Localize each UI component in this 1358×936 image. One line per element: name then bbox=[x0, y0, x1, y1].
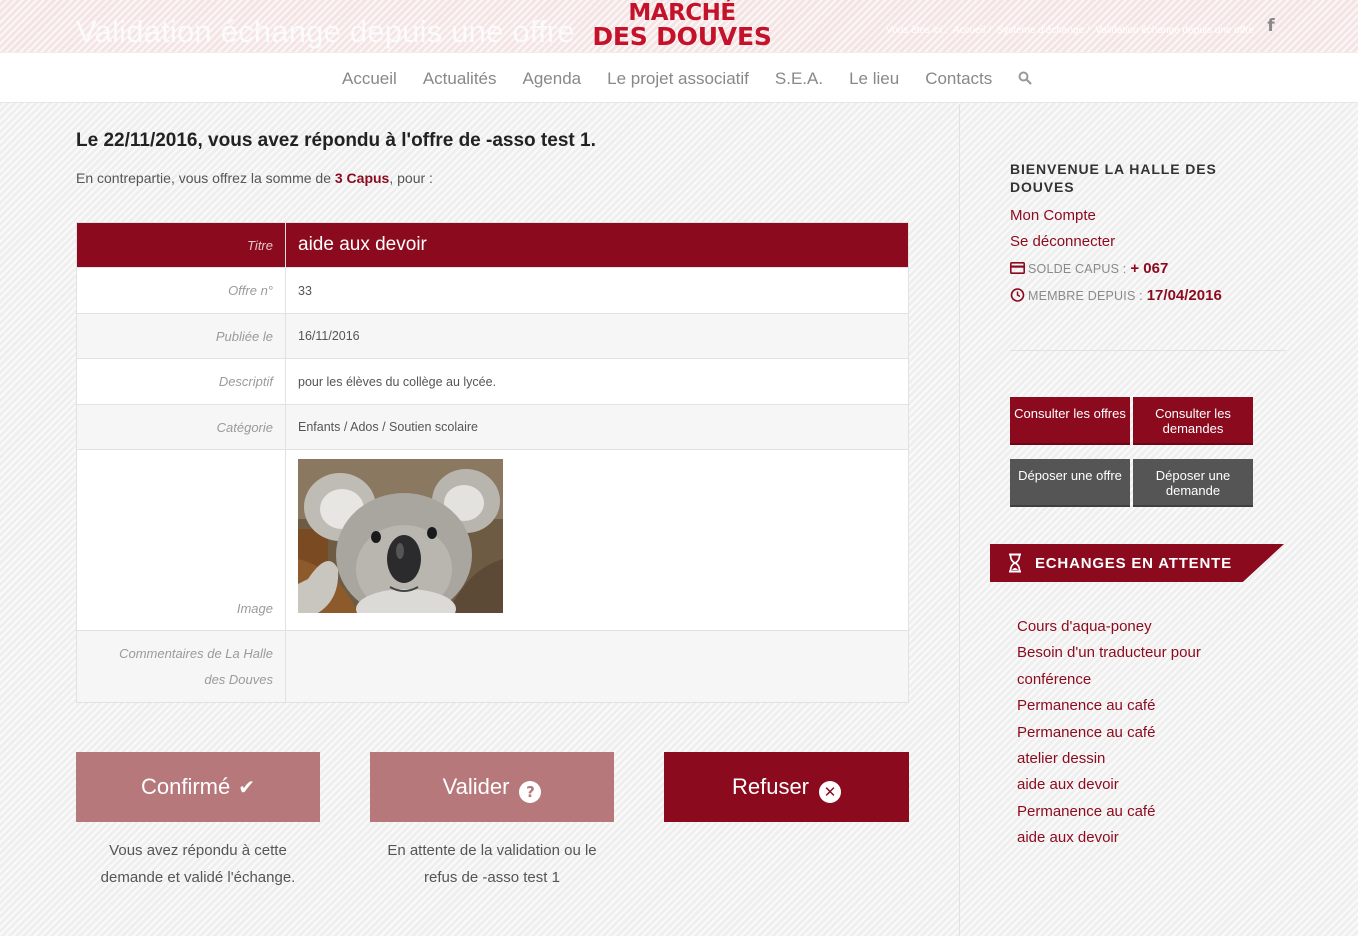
facebook-icon[interactable]: f bbox=[1262, 16, 1280, 36]
search-icon[interactable] bbox=[1018, 71, 1032, 85]
credit-card-icon bbox=[1010, 261, 1025, 274]
nav-item-projet-associatif[interactable]: Le projet associatif bbox=[607, 69, 749, 89]
description-label: Descriptif bbox=[76, 358, 286, 405]
breadcrumb-home[interactable]: Accueil bbox=[953, 25, 985, 36]
clock-icon bbox=[1010, 288, 1025, 302]
page-title: Validation échange depuis une offre bbox=[76, 14, 575, 49]
category-label: Catégorie bbox=[76, 404, 286, 450]
counterpart-suffix: , pour : bbox=[389, 170, 433, 186]
offer-counterpart-text: En contrepartie, vous offrez la somme de… bbox=[76, 170, 433, 186]
image-label: Image bbox=[76, 449, 286, 631]
breadcrumb: Vous êtes ici : Accueil / Système d'écha… bbox=[886, 25, 1257, 36]
main-navigation: Accueil Actualités Agenda Le projet asso… bbox=[0, 52, 1358, 103]
table-row-title: Titre aide aux devoir bbox=[76, 222, 909, 268]
member-label: MEMBRE DEPUIS : bbox=[1028, 289, 1143, 303]
balance-line: SOLDE CAPUS : + 067 bbox=[1010, 260, 1168, 277]
validate-button[interactable]: Valider? bbox=[370, 752, 614, 822]
list-item[interactable]: atelier dessin bbox=[1017, 746, 1247, 772]
comments-value bbox=[285, 630, 909, 703]
comments-label: Commentaires de La Halle des Douves bbox=[76, 630, 286, 703]
table-row-category: Catégorie Enfants / Ados / Soutien scola… bbox=[76, 404, 909, 450]
balance-label: SOLDE CAPUS : bbox=[1028, 262, 1127, 276]
post-offer-button[interactable]: Déposer une offre bbox=[1010, 459, 1130, 507]
list-item[interactable]: aide aux devoir bbox=[1017, 772, 1247, 798]
nav-item-contacts[interactable]: Contacts bbox=[925, 69, 992, 89]
category-value: Enfants / Ados / Soutien scolaire bbox=[285, 404, 909, 450]
breadcrumb-exchange-system[interactable]: Système d'échange bbox=[997, 25, 1085, 36]
member-since-line: MEMBRE DEPUIS : 17/04/2016 bbox=[1010, 287, 1222, 304]
breadcrumb-prefix: Vous êtes ici : bbox=[886, 25, 948, 36]
koala-photo bbox=[298, 459, 503, 613]
refuse-label: Refuser bbox=[731, 774, 810, 799]
welcome-heading: BIENVENUE LA HALLE DES DOUVES bbox=[1010, 161, 1217, 195]
question-icon: ? bbox=[519, 781, 542, 803]
offer-number-label: Offre n° bbox=[76, 267, 286, 314]
sidebar-divider bbox=[959, 104, 960, 936]
list-item[interactable]: Permanence au café bbox=[1017, 720, 1247, 746]
pending-exchanges-title: ECHANGES EN ATTENTE bbox=[1035, 555, 1232, 572]
list-item[interactable]: Permanence au café bbox=[1017, 693, 1247, 719]
breadcrumb-separator: / bbox=[987, 25, 991, 36]
close-circle-icon: ✕ bbox=[819, 781, 842, 803]
refuse-button[interactable]: Refuser ✕ bbox=[664, 752, 909, 822]
offer-details-table: Titre aide aux devoir Offre n° 33 Publié… bbox=[76, 222, 909, 703]
offer-number-value: 33 bbox=[285, 267, 909, 314]
table-row-published: Publiée le 16/11/2016 bbox=[76, 313, 909, 359]
checkmark-icon: ✔ bbox=[238, 775, 255, 799]
breadcrumb-separator: / bbox=[1086, 25, 1090, 36]
description-value: pour les élèves du collège au lycée. bbox=[285, 358, 909, 405]
confirmed-note: Vous avez répondu à cette demande et val… bbox=[100, 842, 296, 886]
table-row-offer-number: Offre n° 33 bbox=[76, 267, 909, 314]
view-offers-button[interactable]: Consulter les offres bbox=[1010, 397, 1130, 445]
list-item[interactable]: Cours d'aqua-poney bbox=[1017, 614, 1247, 640]
confirmed-label: Confirmé bbox=[140, 774, 231, 799]
hourglass-icon bbox=[1009, 553, 1021, 573]
table-row-image: Image bbox=[76, 449, 909, 631]
pending-exchanges-list: Cours d'aqua-poney Besoin d'un traducteu… bbox=[1017, 614, 1247, 852]
title-label: Titre bbox=[76, 222, 286, 268]
member-value: 17/04/2016 bbox=[1146, 287, 1222, 304]
title-value: aide aux devoir bbox=[285, 222, 909, 268]
offer-response-heading: Le 22/11/2016, vous avez répondu à l'off… bbox=[76, 130, 596, 151]
logout-link[interactable]: Se déconnecter bbox=[1010, 233, 1115, 250]
my-account-link[interactable]: Mon Compte bbox=[1010, 207, 1096, 224]
validate-label: Valider bbox=[442, 774, 510, 799]
list-item[interactable]: aide aux devoir bbox=[1017, 825, 1247, 851]
nav-item-agenda[interactable]: Agenda bbox=[523, 69, 582, 89]
breadcrumb-current: Validation échange depuis une offre bbox=[1095, 25, 1255, 36]
counterpart-prefix: En contrepartie, vous offrez la somme de bbox=[76, 170, 331, 186]
balance-value: + 067 bbox=[1130, 260, 1169, 277]
post-request-button[interactable]: Déposer une demande bbox=[1133, 459, 1253, 507]
published-value: 16/11/2016 bbox=[285, 313, 909, 359]
confirmed-button[interactable]: Confirmé ✔ bbox=[76, 752, 320, 822]
sidebar-separator bbox=[1010, 350, 1286, 351]
nav-item-actualites[interactable]: Actualités bbox=[423, 69, 497, 89]
list-item[interactable]: Besoin d'un traducteur pour conférence bbox=[1017, 640, 1247, 693]
published-label: Publiée le bbox=[76, 313, 286, 359]
site-logo[interactable]: MARCHÉ DES DOUVES bbox=[588, 2, 776, 52]
table-row-comments: Commentaires de La Halle des Douves bbox=[76, 630, 909, 703]
logo-line-2: DES DOUVES bbox=[592, 22, 772, 51]
table-row-description: Descriptif pour les élèves du collège au… bbox=[76, 358, 909, 405]
nav-item-accueil[interactable]: Accueil bbox=[342, 69, 397, 89]
list-item[interactable]: Permanence au café bbox=[1017, 799, 1247, 825]
nav-item-sea[interactable]: S.E.A. bbox=[775, 69, 823, 89]
view-requests-button[interactable]: Consulter les demandes bbox=[1133, 397, 1253, 445]
nav-item-le-lieu[interactable]: Le lieu bbox=[849, 69, 899, 89]
counterpart-amount: 3 Capus bbox=[334, 170, 390, 186]
validate-note: En attente de la validation ou le refus … bbox=[387, 842, 597, 886]
